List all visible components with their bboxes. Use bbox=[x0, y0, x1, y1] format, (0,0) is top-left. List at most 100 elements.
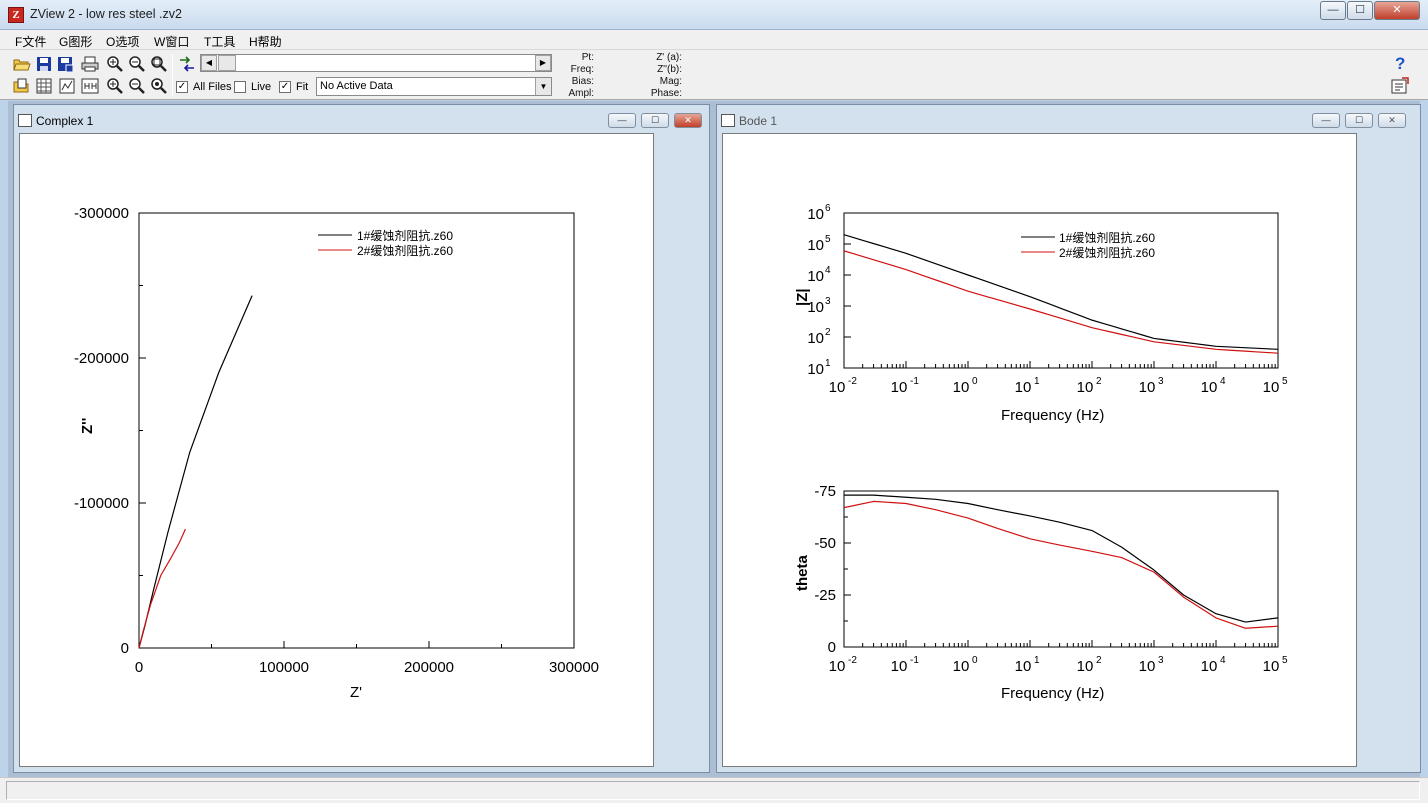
complex-plot-area[interactable]: 0 100000 200000 300000 -300000 -200000 -100000… bbox=[19, 133, 654, 767]
complex-plot-window: Complex 1 — ☐ ✕ 0 100000 200000 300000 -3000… bbox=[13, 104, 710, 773]
print-icon[interactable] bbox=[80, 54, 100, 74]
scroll-left-icon[interactable]: ◀ bbox=[201, 55, 217, 71]
bode-x-tick-label: 10 bbox=[953, 379, 970, 396]
bode-maximize-button[interactable]: ☐ bbox=[1345, 113, 1373, 128]
open-data-icon[interactable] bbox=[12, 76, 32, 96]
all-files-label: All Files bbox=[193, 81, 232, 93]
bode-x-tick-label: 10 bbox=[1077, 658, 1094, 675]
zoom-in-icon[interactable] bbox=[105, 54, 125, 74]
data-scrollbar[interactable]: ◀ ▶ bbox=[200, 54, 552, 72]
complex-close-button[interactable]: ✕ bbox=[674, 113, 702, 128]
info-pt-label: Pt: bbox=[581, 52, 594, 63]
complex-minimize-button[interactable]: — bbox=[608, 113, 636, 128]
bode-x-tick-exponent: -2 bbox=[848, 376, 857, 387]
bode-x-tick-label: 10 bbox=[891, 658, 908, 675]
bode-x-tick-exponent: 3 bbox=[1158, 376, 1164, 387]
graph-window-icon[interactable] bbox=[57, 76, 77, 96]
bode-mag-y-tick-exponent: 2 bbox=[825, 327, 831, 338]
zoom-fit-icon[interactable] bbox=[149, 54, 169, 74]
help-icon[interactable]: ? bbox=[1390, 53, 1410, 73]
graph-window-icon bbox=[721, 114, 735, 127]
bode-mag-ylabel: |Z| bbox=[794, 288, 811, 306]
zoom-in-2-icon[interactable] bbox=[105, 76, 125, 96]
info-phase-label: Phase: bbox=[650, 88, 682, 99]
bode-x-tick-label: 10 bbox=[891, 379, 908, 396]
scroll-thumb[interactable] bbox=[218, 55, 236, 71]
info-bias-label: Bias: bbox=[571, 76, 594, 87]
menu-tools[interactable]: T工具 bbox=[204, 33, 235, 50]
bode-x-tick-label: 10 bbox=[1263, 658, 1280, 675]
zoom-out-2-icon[interactable] bbox=[127, 76, 147, 96]
bode-x-tick-exponent: 1 bbox=[1034, 376, 1040, 387]
fit-window-icon[interactable] bbox=[80, 76, 100, 96]
bode-x-tick-exponent: -1 bbox=[910, 655, 919, 666]
bode-plot-area[interactable]: 10 -2 10 -1 10 0 10 1 10 2 10 3 10 4 10 5 10 1 10 2 10 3 10 4 10… bbox=[722, 133, 1357, 767]
complex-x-tick-label: 300000 bbox=[549, 659, 599, 676]
open-folder-icon[interactable] bbox=[12, 54, 32, 74]
bode-x-tick-label: 10 bbox=[953, 658, 970, 675]
menu-file[interactable]: F文件 bbox=[15, 33, 46, 50]
bode-x-tick-label: 10 bbox=[1077, 379, 1094, 396]
bode-window-title: Bode 1 bbox=[739, 114, 778, 128]
complex-ticks: 0 100000 200000 300000 -300000 -200000 -100000… bbox=[74, 205, 599, 676]
bode-x-tick-exponent: 1 bbox=[1034, 655, 1040, 666]
swap-arrows-icon[interactable] bbox=[177, 54, 197, 74]
complex-series bbox=[138, 295, 253, 649]
zoom-out-icon[interactable] bbox=[127, 54, 147, 74]
bode-x-tick-exponent: 2 bbox=[1096, 655, 1102, 666]
zview-app-icon: Z bbox=[8, 7, 24, 23]
data-table-icon[interactable] bbox=[34, 76, 54, 96]
complex-x-tick-label: 0 bbox=[135, 659, 143, 676]
zoom-reset-icon[interactable] bbox=[149, 76, 169, 96]
complex-ylabel: Z'' bbox=[79, 418, 96, 434]
bode-legend-label-series2: 2#缓蚀剂阻抗.z60 bbox=[1059, 245, 1155, 260]
active-data-select[interactable]: No Active Data ▼ bbox=[316, 77, 552, 96]
bode-x-tick-exponent: 0 bbox=[972, 655, 978, 666]
save-icon[interactable] bbox=[34, 54, 54, 74]
all-files-checkbox[interactable]: ✓ bbox=[176, 81, 188, 93]
save-as-icon[interactable] bbox=[55, 54, 75, 74]
menu-options[interactable]: O选项 bbox=[106, 33, 139, 50]
complex-window-titlebar[interactable]: Complex 1 — ☐ ✕ bbox=[14, 105, 709, 133]
bode-mag-y-tick-exponent: 4 bbox=[825, 265, 831, 276]
bode-phase-frame bbox=[843, 490, 1279, 648]
bode-x-tick-exponent: 4 bbox=[1220, 655, 1226, 666]
bode-mag-series-2 bbox=[843, 250, 1279, 354]
bode-x-tick-label: 10 bbox=[1201, 658, 1218, 675]
menu-help[interactable]: H帮助 bbox=[249, 33, 282, 50]
menu-window[interactable]: W窗口 bbox=[154, 33, 189, 50]
menu-graph[interactable]: G图形 bbox=[59, 33, 92, 50]
fit-label: Fit bbox=[296, 81, 309, 93]
bode-mag-y-tick-label: 10 bbox=[807, 330, 824, 347]
bode-x-tick-label: 10 bbox=[1139, 658, 1156, 675]
live-checkbox[interactable] bbox=[234, 81, 246, 93]
graph-window-icon bbox=[18, 114, 32, 127]
bode-mag-y-tick-label: 10 bbox=[807, 268, 824, 285]
bode-legend-label-series1: 1#缓蚀剂阻抗.z60 bbox=[1059, 230, 1155, 245]
maximize-button[interactable]: ☐ bbox=[1347, 1, 1373, 20]
bode-plot-window: Bode 1 — ☐ ✕ 10 -2 10 -1 10 0 10 1 10 2 10 3 10 4 10 5 1… bbox=[716, 104, 1421, 773]
bode-x-tick-exponent: -2 bbox=[848, 655, 857, 666]
bode-x-tick-label: 10 bbox=[829, 379, 846, 396]
toolbar-separator bbox=[172, 54, 173, 96]
bode-window-titlebar[interactable]: Bode 1 — ☐ ✕ bbox=[717, 105, 1420, 133]
bode-x-tick-label: 10 bbox=[1015, 379, 1032, 396]
complex-maximize-button[interactable]: ☐ bbox=[641, 113, 669, 128]
bode-minimize-button[interactable]: — bbox=[1312, 113, 1340, 128]
status-pane bbox=[6, 781, 1420, 800]
bode-phase-y-tick-label: 0 bbox=[828, 639, 836, 656]
bode-phase-y-tick-label: -75 bbox=[814, 483, 836, 500]
bode-phase-series-1 bbox=[844, 494, 1279, 623]
minimize-button[interactable]: — bbox=[1320, 1, 1346, 20]
bode-phase-ylabel: theta bbox=[794, 555, 811, 591]
complex-series-1 bbox=[138, 295, 253, 649]
bode-mag-y-tick-exponent: 5 bbox=[825, 234, 831, 245]
bode-close-button[interactable]: ✕ bbox=[1378, 113, 1406, 128]
bode-x-tick-exponent: -1 bbox=[910, 376, 919, 387]
complex-x-tick-label: 200000 bbox=[404, 659, 454, 676]
fit-checkbox[interactable]: ✓ bbox=[279, 81, 291, 93]
close-button[interactable]: ✕ bbox=[1374, 1, 1420, 20]
bode-mag-y-tick-exponent: 6 bbox=[825, 203, 831, 214]
info-mag-label: Mag: bbox=[659, 76, 682, 87]
context-help-icon[interactable] bbox=[1390, 76, 1410, 96]
